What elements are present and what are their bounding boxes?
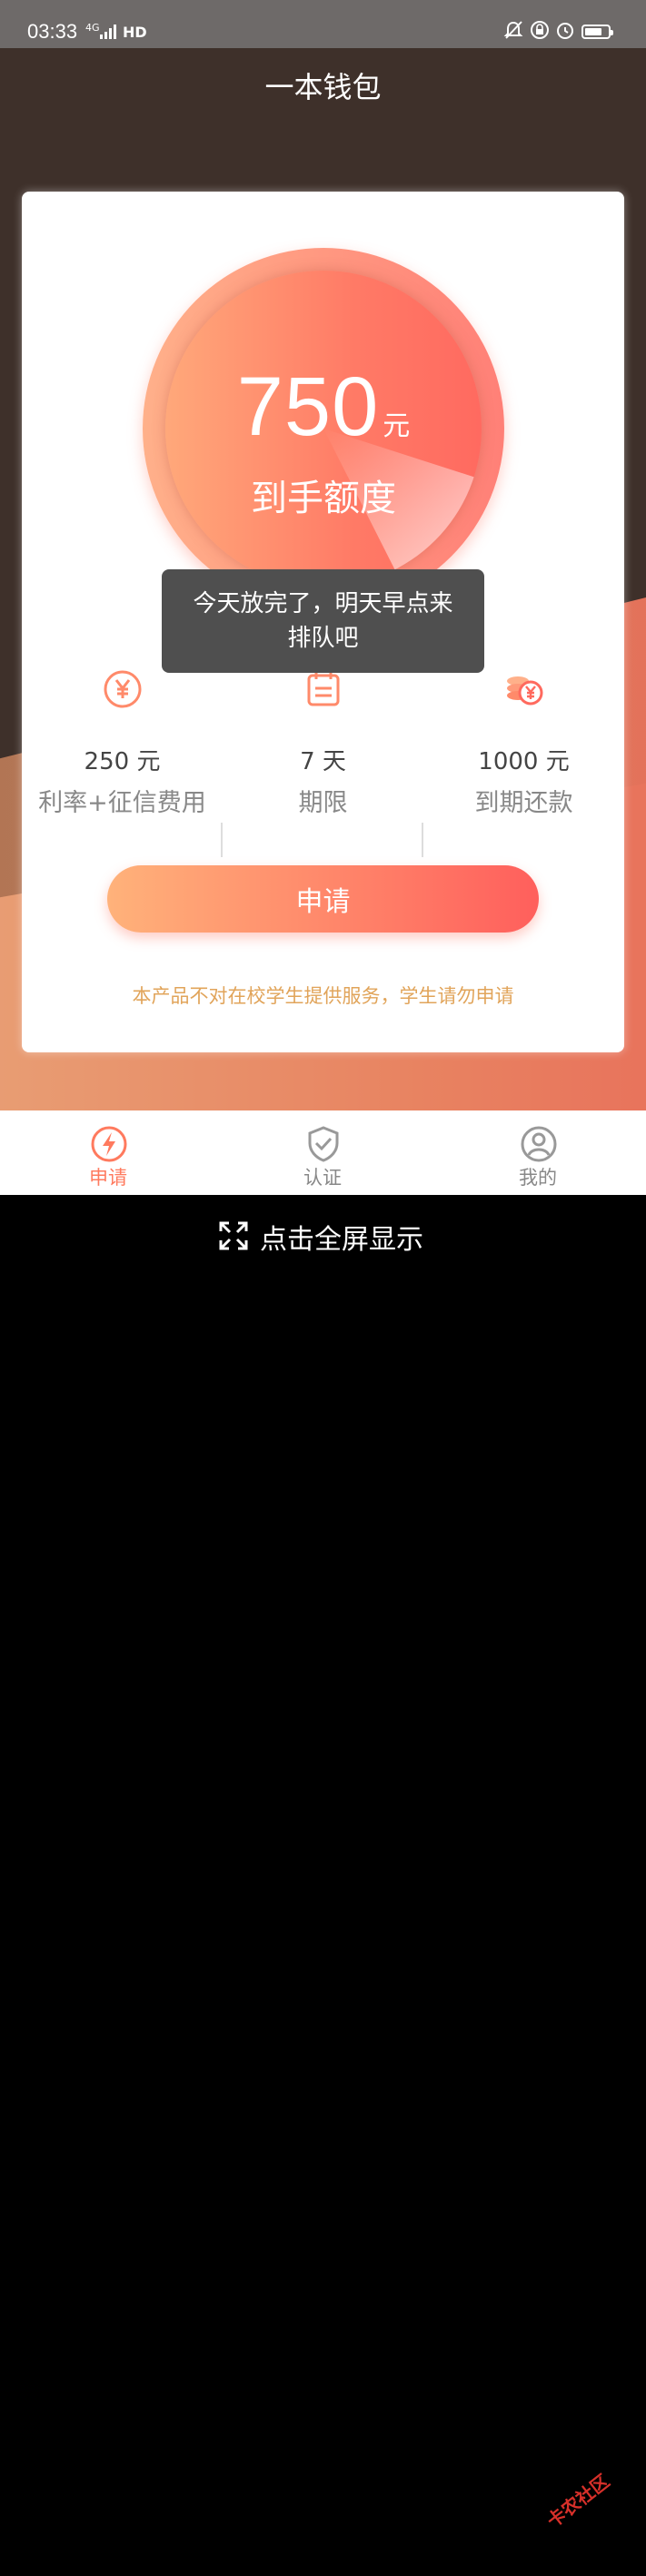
amount-value: 750 [236, 360, 380, 453]
tab-label: 认证 [303, 1167, 342, 1189]
divider [221, 823, 223, 857]
stat-value: 1000 元 [478, 748, 570, 775]
shield-check-icon [308, 1126, 339, 1162]
fullscreen-bar: 点击全屏显示 卡农社区 [0, 1195, 646, 2532]
watermark-text: 卡农社区 [542, 2470, 614, 2532]
credit-dial-inner: 750 元 到手额度 [165, 271, 482, 587]
alarm-icon [557, 23, 573, 39]
page-title: 一本钱包 [264, 70, 382, 104]
divider [422, 823, 423, 857]
tab-verify[interactable]: 认证 [268, 1110, 377, 1195]
calendar-icon [307, 671, 340, 706]
bottom-tab-bar: 申请 认证 我的 [0, 1110, 646, 1195]
status-bar: 03:33 4G HD [0, 0, 646, 48]
toast-line: 今天放完了，明天早点来 [193, 590, 453, 617]
stat-label: 利率+征信费用 [38, 789, 206, 817]
apply-button[interactable]: 申请 [107, 865, 539, 933]
tab-label: 申请 [89, 1167, 127, 1189]
stat-label: 到期还款 [474, 789, 573, 817]
credit-dial: 750 元 到手额度 [143, 248, 504, 609]
stat-value: 7 天 [300, 748, 346, 775]
lightning-icon [91, 1126, 127, 1162]
toast-message: 今天放完了，明天早点来 排队吧 [162, 569, 484, 673]
stat-label: 期限 [298, 789, 348, 817]
battery-icon [581, 25, 613, 39]
lock-rotation-icon [531, 21, 549, 39]
toast-line: 排队吧 [287, 625, 359, 652]
battery-level [585, 28, 601, 35]
student-notice: 本产品不对在校学生提供服务，学生请勿申请 [132, 985, 514, 1007]
credit-amount: 750 元 [165, 360, 482, 455]
amount-unit: 元 [383, 410, 411, 442]
status-time: 03:33 [27, 20, 78, 43]
coins-stack-icon [507, 676, 543, 706]
hd-indicator: HD [123, 24, 147, 41]
user-icon [521, 1126, 557, 1162]
amount-label: 到手额度 [251, 478, 396, 519]
watermark-logo: 卡农社区 [541, 2456, 646, 2576]
fullscreen-label: 点击全屏显示 [260, 1224, 423, 1256]
tab-apply[interactable]: 申请 [54, 1110, 163, 1195]
yuan-coin-icon [104, 670, 142, 708]
expand-icon [219, 1221, 248, 1250]
tab-mine[interactable]: 我的 [483, 1110, 592, 1195]
loan-stats: 250 元 利率+征信费用 7 天 期限 1000 元 到期还款 [22, 668, 624, 823]
signal-icon [100, 25, 116, 39]
stat-value: 250 元 [84, 748, 161, 775]
tab-label: 我的 [519, 1167, 557, 1189]
bell-muted-icon [503, 21, 523, 39]
